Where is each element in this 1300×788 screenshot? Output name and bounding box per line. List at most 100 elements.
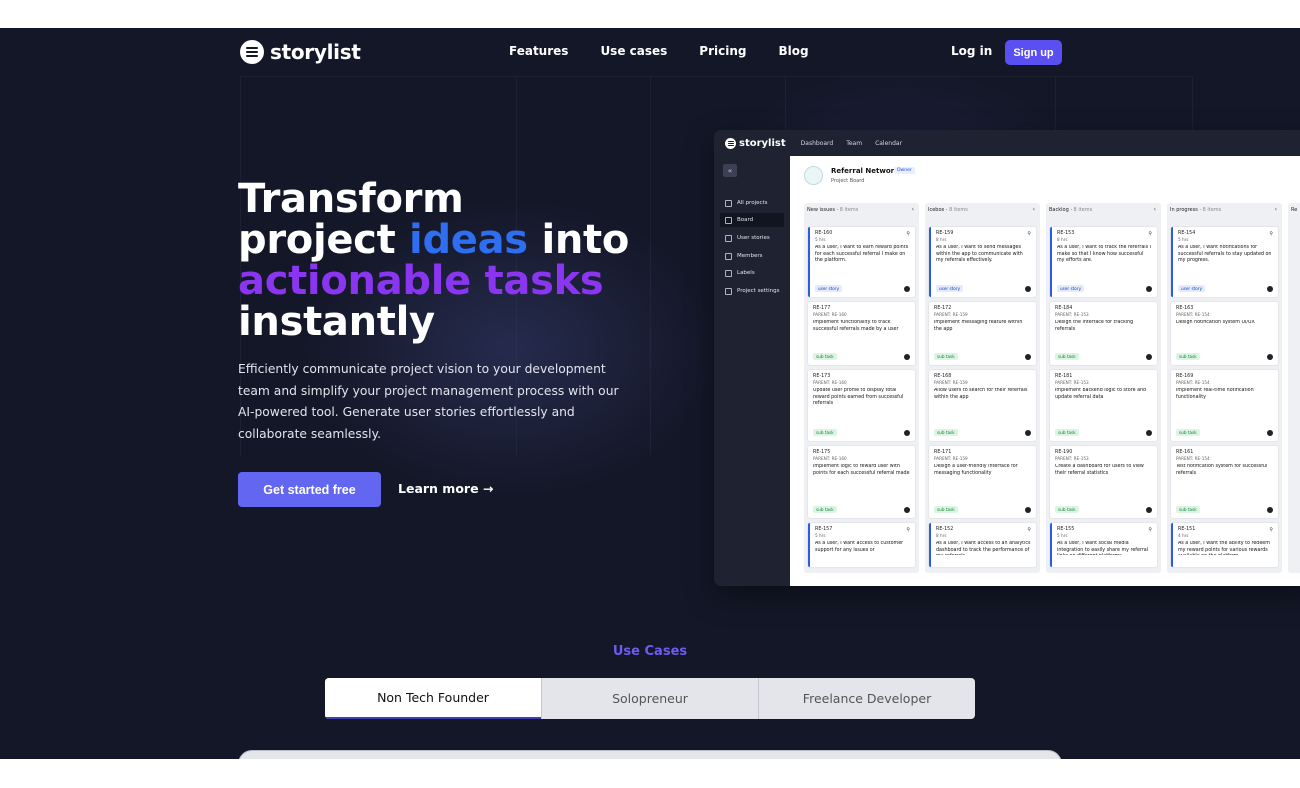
card-id: RE-160 bbox=[815, 231, 833, 236]
card-meta: PARENT: RE-153 bbox=[1055, 380, 1089, 385]
owner-badge: Owner bbox=[894, 167, 915, 174]
signup-button[interactable]: Sign up bbox=[1005, 40, 1062, 65]
hierarchy-icon: ⚲ bbox=[906, 527, 910, 533]
board-column: Re bbox=[1288, 203, 1300, 573]
card-tag: sub task bbox=[1176, 429, 1200, 436]
card-meta: 5 hrs bbox=[815, 533, 826, 538]
avatar bbox=[904, 354, 910, 360]
card-meta: 8 hrs bbox=[1057, 237, 1068, 242]
app-preview-screenshot: storylist Dashboard Team Calendar « All … bbox=[714, 130, 1300, 586]
sidebar-label: All projects bbox=[737, 200, 768, 206]
column-header: Re bbox=[1291, 207, 1297, 213]
card-text: Update user profile to display total rew… bbox=[813, 388, 904, 406]
card-text: As a user, I want notifications for succ… bbox=[1178, 245, 1272, 263]
card-id: RE-153 bbox=[1057, 231, 1075, 236]
avatar bbox=[1267, 286, 1273, 292]
sidebar-item-all-projects: All projects bbox=[720, 196, 784, 210]
hero-headline: Transform project ideas into actionable … bbox=[238, 179, 629, 343]
card-meta: 8 hrs bbox=[936, 237, 947, 242]
card-tag: sub task bbox=[813, 353, 837, 360]
get-started-button[interactable]: Get started free bbox=[238, 472, 381, 507]
app-logo-text: storylist bbox=[739, 137, 786, 149]
task-card: RE-163 PARENT: RE-154 Design notification … bbox=[1171, 302, 1278, 365]
task-card: RE-168 PARENT: RE-159 Allow users to searc… bbox=[929, 370, 1036, 441]
card-tag: sub task bbox=[813, 506, 837, 513]
nav-blog[interactable]: Blog bbox=[778, 44, 808, 58]
card-meta: PARENT: RE-153 bbox=[1055, 456, 1089, 461]
column-count: 8 items bbox=[1073, 207, 1093, 213]
card-id: RE-163 bbox=[1176, 306, 1194, 311]
card-text: Test notification system for successful … bbox=[1176, 464, 1268, 476]
app-logo: storylist bbox=[725, 137, 786, 149]
card-meta: PARENT: RE-160 bbox=[813, 456, 847, 461]
card-meta: PARENT: RE-159 bbox=[934, 312, 968, 317]
card-text: Implement logic to reward user with poin… bbox=[813, 464, 910, 476]
column-count: 8 items bbox=[949, 207, 968, 213]
task-card: RE-155 5 hrs As a user, I want social medi… bbox=[1050, 523, 1157, 567]
headline-highlight-ideas: ideas bbox=[409, 217, 528, 263]
card-id: RE-169 bbox=[1176, 374, 1194, 379]
headline-line-2c: into bbox=[527, 217, 630, 263]
task-card: RE-173 PARENT: RE-160 Update user profile … bbox=[808, 370, 915, 441]
sidebar-item-labels: Labels bbox=[720, 266, 784, 280]
nav-pricing[interactable]: Pricing bbox=[699, 44, 746, 58]
task-card: RE-190 PARENT: RE-153 Create a dashboard f… bbox=[1050, 446, 1157, 518]
task-card: RE-172 PARENT: RE-159 Implement messaging … bbox=[929, 302, 1036, 365]
project-subtitle: Project Board bbox=[831, 178, 865, 184]
card-tag: sub task bbox=[934, 506, 958, 513]
avatar bbox=[1025, 354, 1031, 360]
app-menu-team: Team bbox=[846, 139, 863, 147]
card-text: As a user, I want access to an analytics… bbox=[936, 541, 1031, 555]
sidebar-item-board: Board bbox=[720, 213, 784, 227]
card-id: RE-173 bbox=[813, 374, 831, 379]
tab-freelance-developer[interactable]: Freelance Developer bbox=[758, 678, 975, 719]
column-name: Re bbox=[1291, 207, 1298, 213]
tab-non-tech-founder[interactable]: Non Tech Founder bbox=[325, 678, 541, 719]
card-meta: PARENT: RE-159 bbox=[934, 456, 968, 461]
hierarchy-icon: ⚲ bbox=[1269, 527, 1273, 533]
card-text: Implement functionality to track success… bbox=[813, 320, 899, 332]
avatar bbox=[1267, 507, 1273, 513]
headline-highlight-tasks: actionable tasks bbox=[238, 258, 604, 304]
avatar bbox=[1146, 507, 1152, 513]
task-card: RE-169 PARENT: RE-154 Implement real-time … bbox=[1171, 370, 1278, 441]
card-id: RE-171 bbox=[934, 450, 952, 455]
learn-more-link[interactable]: Learn more → bbox=[398, 481, 493, 496]
avatar bbox=[1025, 286, 1031, 292]
login-link[interactable]: Log in bbox=[951, 44, 992, 58]
task-card: RE-152 8 hrs As a user, I want access to a… bbox=[929, 523, 1036, 567]
hierarchy-icon: ⚲ bbox=[1027, 527, 1031, 533]
list-icon bbox=[725, 137, 736, 149]
brand-logo[interactable]: storylist bbox=[240, 40, 361, 64]
avatar bbox=[1267, 430, 1273, 436]
column-name: Backlog bbox=[1049, 207, 1069, 213]
use-cases-title: Use Cases bbox=[612, 644, 688, 659]
sidebar-label: User stories bbox=[737, 235, 770, 241]
nav-use-cases[interactable]: Use cases bbox=[600, 44, 667, 58]
hierarchy-icon: ⚲ bbox=[1148, 231, 1152, 237]
sidebar-label: Project settings bbox=[737, 288, 780, 294]
avatar bbox=[904, 507, 910, 513]
nav-features[interactable]: Features bbox=[509, 44, 568, 58]
sidebar-item-user-stories: User stories bbox=[720, 231, 784, 245]
task-card: RE-184 PARENT: RE-153 Design the interface… bbox=[1050, 302, 1157, 365]
app-menu-dashboard: Dashboard bbox=[800, 139, 834, 147]
headline-line-1: Transform bbox=[238, 176, 464, 222]
column-name: In progress bbox=[1170, 207, 1198, 213]
avatar bbox=[1146, 286, 1152, 292]
hierarchy-icon: ⚲ bbox=[1148, 527, 1152, 533]
tab-solopreneur[interactable]: Solopreneur bbox=[541, 678, 758, 719]
avatar bbox=[1267, 354, 1273, 360]
landing-page: storylist Features Use cases Pricing Blo… bbox=[0, 28, 1300, 759]
project-title: Referral Network bbox=[831, 167, 899, 175]
card-tag: user story bbox=[815, 285, 843, 292]
card-tag: user story bbox=[936, 285, 964, 292]
card-text: As a user, I want the ability to redeem … bbox=[1178, 541, 1270, 555]
card-text: Implement real-time notification functio… bbox=[1176, 388, 1254, 400]
card-meta: PARENT: RE-153 bbox=[1055, 312, 1089, 317]
board-column: New issues · 8 items ‹ RE-160 5 hrs As a use… bbox=[804, 203, 919, 573]
avatar bbox=[1025, 430, 1031, 436]
sidebar-label: Board bbox=[737, 217, 754, 223]
card-tag: sub task bbox=[1055, 506, 1079, 513]
card-meta: PARENT: RE-154 bbox=[1176, 456, 1210, 461]
